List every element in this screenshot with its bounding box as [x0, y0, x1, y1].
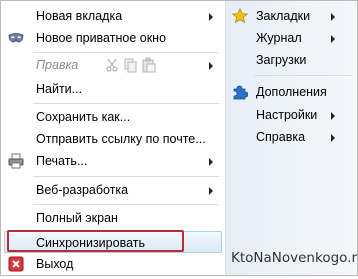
- menu-item-send-link[interactable]: Отправить ссылку по почте...: [1, 128, 225, 150]
- menu-item-label: Загрузки: [256, 53, 307, 67]
- menu-item-edit: Правка: [1, 54, 225, 76]
- left-menu-column: Новая вкладка Новое приватное окно Правк…: [1, 1, 226, 275]
- menu-item-label: Найти...: [36, 82, 83, 96]
- puzzle-icon: [232, 84, 249, 100]
- menu-item-label: Журнал: [256, 31, 302, 45]
- firefox-app-menu: Новая вкладка Новое приватное окно Правк…: [0, 0, 358, 276]
- submenu-arrow-icon: [209, 62, 213, 70]
- menu-separator: [33, 204, 219, 205]
- menu-item-label: Новое приватное окно: [36, 31, 167, 45]
- menu-item-label: Настройки: [256, 108, 318, 122]
- menu-item-bookmarks[interactable]: Закладки: [226, 5, 357, 27]
- menu-item-label: Новая вкладка: [36, 9, 123, 23]
- menu-item-downloads[interactable]: Загрузки: [226, 49, 357, 71]
- menu-separator: [33, 176, 219, 177]
- menu-item-web-dev[interactable]: Веб-разработка: [1, 179, 225, 201]
- submenu-arrow-icon: [331, 112, 335, 120]
- submenu-arrow-icon: [209, 187, 213, 195]
- menu-item-label: Отправить ссылку по почте...: [36, 132, 206, 146]
- submenu-arrow-icon: [331, 134, 335, 142]
- menu-item-fullscreen[interactable]: Полный экран: [1, 207, 225, 229]
- star-icon: [231, 7, 249, 24]
- menu-separator: [254, 75, 352, 76]
- menu-separator: [33, 52, 219, 53]
- menu-item-new-tab[interactable]: Новая вкладка: [1, 5, 225, 27]
- menu-item-label: Справка: [256, 130, 306, 144]
- highlight-frame: [7, 230, 184, 252]
- copy-icon: [124, 58, 137, 73]
- site-watermark: KtoNaNovenkogo.ru: [231, 250, 358, 266]
- menu-item-new-private-window[interactable]: Новое приватное окно: [1, 27, 225, 49]
- right-menu-column: Закладки Журнал Загрузки Дополнения Наст…: [226, 1, 357, 275]
- menu-item-label: Закладки: [256, 9, 311, 23]
- menu-item-label: Веб-разработка: [36, 183, 129, 197]
- menu-item-addons[interactable]: Дополнения: [226, 81, 357, 103]
- menu-item-label: Сохранить как...: [36, 110, 131, 124]
- menu-item-settings[interactable]: Настройки: [226, 104, 357, 126]
- printer-icon: [8, 153, 24, 169]
- submenu-arrow-icon: [209, 158, 213, 166]
- menu-item-save-as[interactable]: Сохранить как...: [1, 106, 225, 128]
- submenu-arrow-icon: [331, 35, 335, 43]
- menu-item-label: Выход: [36, 257, 74, 271]
- menu-item-label: Дополнения: [256, 85, 327, 99]
- menu-item-exit[interactable]: Выход: [1, 253, 225, 275]
- mask-icon: [8, 30, 24, 46]
- scissors-icon: [106, 58, 118, 72]
- menu-item-label: Правка: [36, 58, 79, 72]
- menu-item-history[interactable]: Журнал: [226, 27, 357, 49]
- menu-item-help[interactable]: Справка: [226, 126, 357, 148]
- menu-item-label: Полный экран: [36, 211, 118, 225]
- menu-separator: [33, 103, 219, 104]
- submenu-arrow-icon: [209, 13, 213, 21]
- exit-icon: [8, 256, 24, 272]
- menu-item-find[interactable]: Найти...: [1, 78, 225, 100]
- submenu-arrow-icon: [331, 13, 335, 21]
- paste-icon: [142, 57, 156, 73]
- menu-item-print[interactable]: Печать...: [1, 150, 225, 172]
- edit-actions: [106, 57, 166, 73]
- menu-item-label: Печать...: [36, 154, 88, 168]
